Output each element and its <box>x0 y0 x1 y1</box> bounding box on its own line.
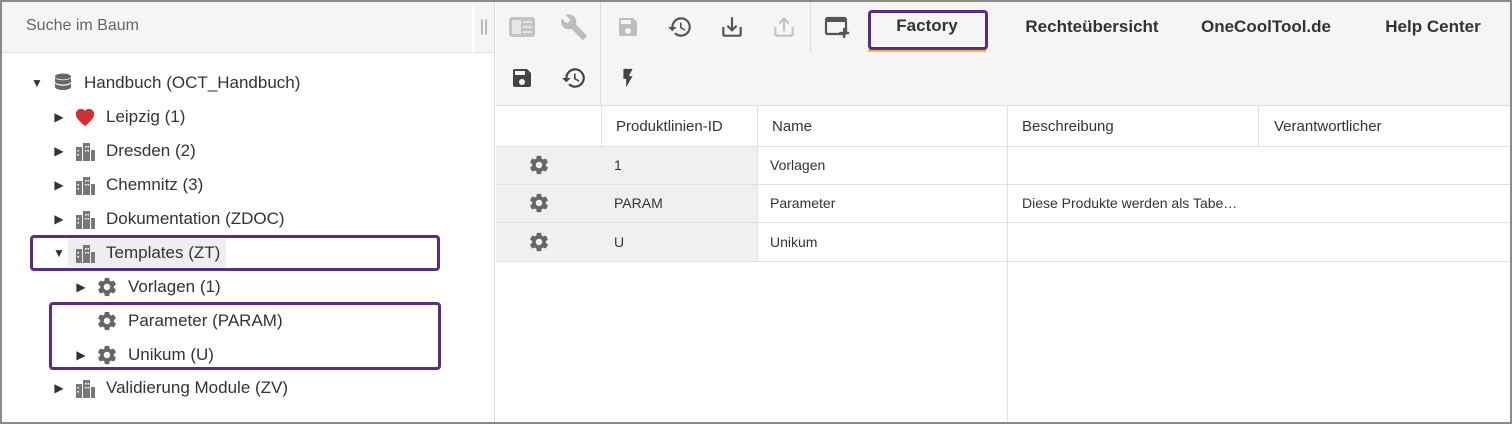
tree-node-leipzig[interactable]: ▶ Leipzig (1) <box>50 102 185 132</box>
panel-splitter[interactable]: || <box>474 2 494 53</box>
tree-node-label: Vorlagen (1) <box>128 277 221 296</box>
tree-node-label: Validierung Module (ZV) <box>106 378 289 397</box>
tree-search-input[interactable] <box>16 12 476 40</box>
gear-icon <box>94 310 120 332</box>
tab-help-center[interactable]: Help Center <box>1362 2 1504 52</box>
tab-label: OneCoolTool.de <box>1200 17 1331 36</box>
cell-name[interactable]: Parameter <box>770 184 1000 222</box>
column-header-name[interactable]: Name <box>772 106 1002 147</box>
column-header-label: Produktlinien-ID <box>616 117 723 135</box>
tab-label: Rechteübersicht <box>1025 17 1159 36</box>
toolbar-separator <box>600 2 601 52</box>
caret-right-icon[interactable]: ▶ <box>50 178 68 192</box>
row-settings-gear-icon[interactable] <box>524 223 554 261</box>
buildings-icon <box>72 377 98 399</box>
caret-right-icon[interactable]: ▶ <box>72 348 90 362</box>
download-icon[interactable] <box>714 10 750 44</box>
grid-line <box>1258 106 1259 146</box>
main-toolbar: Factory Rechteübersicht OneCoolTool.de H… <box>496 2 1510 53</box>
panel-icon[interactable] <box>504 10 540 44</box>
cell-id[interactable]: 1 <box>614 146 754 184</box>
new-window-icon[interactable] <box>820 10 856 44</box>
cell-beschreibung[interactable] <box>1022 223 1258 261</box>
column-header-beschreibung[interactable]: Beschreibung <box>1022 106 1252 147</box>
tree-node-label: Handbuch (OCT_Handbuch) <box>84 73 301 92</box>
tree-node-label: Templates (ZT) <box>106 243 221 262</box>
sub-toolbar <box>496 52 1510 106</box>
app-window: || ▼ Handbuch (OCT_Handbuch) ▶ Leipzig (… <box>0 0 1512 424</box>
caret-down-icon[interactable]: ▼ <box>50 246 68 260</box>
tree-node-dokumentation[interactable]: ▶ Dokumentation (ZDOC) <box>50 204 285 234</box>
cell-id[interactable]: PARAM <box>614 184 754 222</box>
tree-node-unikum[interactable]: ▶ Unikum (U) <box>72 340 214 370</box>
grid-line <box>601 106 602 146</box>
product-line-table: Produktlinien-ID Name Beschreibung Veran… <box>496 106 1510 422</box>
cell-beschreibung[interactable]: Diese Produkte werden als Tabe… <box>1022 184 1258 222</box>
tab-label: Help Center <box>1385 17 1481 36</box>
caret-right-icon[interactable]: ▶ <box>50 144 68 158</box>
restore-icon[interactable] <box>556 61 592 95</box>
tree-node-parameter[interactable]: Parameter (PARAM) <box>72 306 283 336</box>
row-settings-gear-icon[interactable] <box>524 184 554 222</box>
tab-label: Factory <box>896 15 958 35</box>
buildings-icon <box>72 208 98 230</box>
tree-node-templates[interactable]: ▼ Templates (ZT) <box>50 238 227 268</box>
buildings-icon <box>72 140 98 162</box>
cell-name[interactable]: Unikum <box>770 223 1000 261</box>
tab-rechteuebersicht[interactable]: Rechteübersicht <box>1002 2 1182 52</box>
tree-node-label: Leipzig (1) <box>106 107 186 126</box>
restore-icon[interactable] <box>662 10 698 44</box>
caret-down-icon[interactable]: ▼ <box>28 76 46 90</box>
buildings-icon <box>72 174 98 196</box>
heart-icon <box>72 106 98 128</box>
tree-node-label: Parameter (PARAM) <box>128 311 283 330</box>
gear-icon <box>94 276 120 298</box>
toolbar-separator <box>600 52 601 105</box>
tree-node-dresden[interactable]: ▶ Dresden (2) <box>50 136 196 166</box>
tree-node-label: Unikum (U) <box>128 345 214 364</box>
tab-onecooltool[interactable]: OneCoolTool.de <box>1188 2 1344 52</box>
grid-line <box>757 106 758 261</box>
tree-node-label: Chemnitz (3) <box>106 175 204 194</box>
tree-node-chemnitz[interactable]: ▶ Chemnitz (3) <box>50 170 203 200</box>
save-icon[interactable] <box>610 10 646 44</box>
caret-right-icon[interactable]: ▶ <box>50 381 68 395</box>
save-icon[interactable] <box>504 61 540 95</box>
tab-factory[interactable]: Factory <box>868 2 986 52</box>
tree-node-label: Dresden (2) <box>106 141 196 160</box>
caret-right-icon[interactable]: ▶ <box>72 280 90 294</box>
caret-right-icon[interactable]: ▶ <box>50 110 68 124</box>
tree-search-bar <box>2 2 476 53</box>
tree-node-label: Dokumentation (ZDOC) <box>106 209 285 228</box>
tree-node-root[interactable]: ▼ Handbuch (OCT_Handbuch) <box>28 68 300 98</box>
wrench-icon[interactable] <box>556 10 592 44</box>
column-header-label: Name <box>772 117 813 135</box>
column-header-label: Beschreibung <box>1022 117 1114 135</box>
database-icon <box>50 72 76 94</box>
grid-line <box>496 261 1510 262</box>
tree-node-validierung[interactable]: ▶ Validierung Module (ZV) <box>50 373 288 403</box>
grid-line <box>1007 106 1008 422</box>
tree-node-selection[interactable]: Templates (ZT) <box>68 239 227 267</box>
column-header-label: Verantwortlicher <box>1274 117 1382 135</box>
cell-name[interactable]: Vorlagen <box>770 146 1000 184</box>
caret-right-icon[interactable]: ▶ <box>50 212 68 226</box>
tree-panel: || ▼ Handbuch (OCT_Handbuch) ▶ Leipzig (… <box>2 2 495 422</box>
toolbar-separator <box>810 2 811 52</box>
content-panel: Factory Rechteübersicht OneCoolTool.de H… <box>496 2 1510 422</box>
buildings-icon <box>72 242 98 264</box>
column-header-verantwortlicher[interactable]: Verantwortlicher <box>1274 106 1504 147</box>
gear-icon <box>94 344 120 366</box>
upload-icon[interactable] <box>766 10 802 44</box>
column-header-id[interactable]: Produktlinien-ID <box>616 106 756 147</box>
flash-icon[interactable] <box>610 61 646 95</box>
cell-id[interactable]: U <box>614 223 754 261</box>
cell-beschreibung[interactable] <box>1022 146 1258 184</box>
tree-node-vorlagen[interactable]: ▶ Vorlagen (1) <box>72 272 221 302</box>
row-settings-gear-icon[interactable] <box>524 146 554 184</box>
